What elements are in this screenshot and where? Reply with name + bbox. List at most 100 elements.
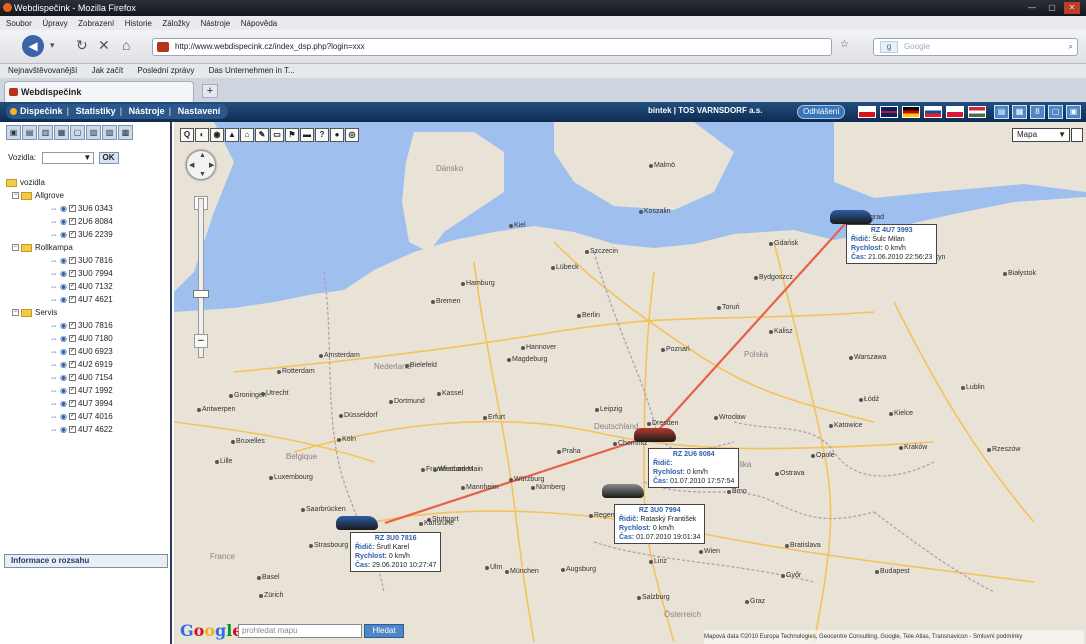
sidebar-tool-button[interactable]: ▥ (38, 125, 53, 140)
reload-icon[interactable]: ↻ (76, 37, 88, 54)
url-bar[interactable]: http://www.webdispecink.cz/index_dsp.php… (152, 38, 832, 56)
tree-group[interactable]: − Rollkampa (6, 241, 168, 254)
vehicle-checkbox[interactable]: ✓ (68, 335, 76, 343)
browser-search-field[interactable]: g Google ⌕ (873, 38, 1078, 56)
vehicle-car-icon[interactable] (336, 516, 378, 530)
vehicle-checkbox[interactable]: ✓ (68, 218, 76, 226)
vehicle-checkbox[interactable]: ✓ (68, 296, 76, 304)
menu-zobrazeni[interactable]: Zobrazení (78, 19, 114, 28)
nav-nastaveni[interactable]: Nastavení (178, 106, 221, 116)
locate-vehicle-icon[interactable]: ⇔ (50, 410, 58, 423)
vehicle-info-box[interactable]: RZ 3U0 7816 Řidič: Šrutl Karel Rychlost: 0… (350, 532, 442, 572)
logout-button[interactable]: Odhlášení (797, 105, 846, 119)
tree-vehicle-row[interactable]: ⇔ ◉ ✓ 4U0 7132 (6, 280, 168, 293)
de-flag[interactable] (902, 106, 920, 118)
sidebar-tool-button[interactable]: ▧ (86, 125, 101, 140)
menu-soubor[interactable]: Soubor (6, 19, 32, 28)
tree-vehicle-row[interactable]: ⇔ ◉ ✓ 2U6 8084 (6, 215, 168, 228)
document-icon[interactable]: ▤ (994, 105, 1009, 119)
sidebar-tool-button[interactable]: ▨ (102, 125, 117, 140)
locate-vehicle-icon[interactable]: ⇔ (50, 280, 58, 293)
show-vehicle-icon[interactable]: ◉ (60, 319, 67, 332)
show-vehicle-icon[interactable]: ◉ (60, 228, 67, 241)
show-vehicle-icon[interactable]: ◉ (60, 371, 67, 384)
tree-vehicle-row[interactable]: ⇔ ◉ ✓ 3U0 7816 (6, 254, 168, 267)
locate-vehicle-icon[interactable]: ⇔ (50, 254, 58, 267)
vehicle-checkbox[interactable]: ✓ (68, 257, 76, 265)
back-button[interactable]: ◀ (22, 35, 44, 57)
bookmark-star-icon[interactable]: ☆ (840, 39, 849, 50)
tree-vehicle-row[interactable]: ⇔ ◉ ✓ 3U6 2239 (6, 228, 168, 241)
tree-vehicle-row[interactable]: ⇔ ◉ ✓ 4U7 4621 (6, 293, 168, 306)
tree-vehicle-row[interactable]: ⇔ ◉ ✓ 4U2 6919 (6, 358, 168, 371)
sk-flag[interactable] (924, 106, 942, 118)
hu-flag[interactable] (968, 106, 986, 118)
new-tab-button[interactable]: + (202, 84, 218, 98)
vehicle-info-box[interactable]: RZ 4U7 3993 Řidič: Šulc Milan Rychlost: 0 … (846, 224, 938, 264)
minimize-icon[interactable]: — (1024, 2, 1040, 14)
tab-webdispecink[interactable]: Webdispečink (4, 81, 194, 102)
show-vehicle-icon[interactable]: ◉ (60, 267, 67, 280)
tree-vehicle-row[interactable]: ⇔ ◉ ✓ 4U7 4622 (6, 423, 168, 436)
locate-vehicle-icon[interactable]: ⇔ (50, 228, 58, 241)
pl-flag[interactable] (946, 106, 964, 118)
map-tool-button[interactable]: ◎ (345, 128, 359, 142)
collapse-toggle-icon[interactable]: − (12, 309, 19, 317)
filter-select[interactable]: ▼ (42, 152, 95, 164)
map-tool-button[interactable]: Q (180, 128, 194, 142)
sidebar-tool-button[interactable]: ▤ (22, 125, 37, 140)
vehicle-checkbox[interactable]: ✓ (68, 348, 76, 356)
vehicle-checkbox[interactable]: ✓ (68, 387, 76, 395)
map-type-select[interactable]: Mapa ▼ (1012, 128, 1070, 142)
print-icon[interactable]: ▢ (1048, 105, 1063, 119)
locate-vehicle-icon[interactable]: ⇔ (50, 332, 58, 345)
show-vehicle-icon[interactable]: ◉ (60, 345, 67, 358)
vehicle-checkbox[interactable]: ✓ (68, 361, 76, 369)
vehicle-car-icon[interactable] (830, 210, 872, 224)
show-vehicle-icon[interactable]: ◉ (60, 215, 67, 228)
show-vehicle-icon[interactable]: ◉ (60, 254, 67, 267)
show-vehicle-icon[interactable]: ◉ (60, 423, 67, 436)
show-vehicle-icon[interactable]: ◉ (60, 332, 67, 345)
show-vehicle-icon[interactable]: ◉ (60, 410, 67, 423)
locate-vehicle-icon[interactable]: ⇔ (50, 215, 58, 228)
sidebar-tool-button[interactable]: ▦ (54, 125, 69, 140)
menu-historie[interactable]: Historie (125, 19, 152, 28)
map-tool-button[interactable]: ▭ (270, 128, 284, 142)
menu-upravy[interactable]: Úpravy (42, 19, 67, 28)
map-tool-button[interactable]: ⚑ (285, 128, 299, 142)
zoom-slider-thumb[interactable] (193, 290, 209, 298)
vehicle-checkbox[interactable]: ✓ (68, 426, 76, 434)
vehicle-checkbox[interactable]: ✓ (68, 322, 76, 330)
expand-icon[interactable]: ▣ (1066, 105, 1081, 119)
info-panel-header[interactable]: Informace o rozsahu (4, 554, 168, 568)
search-engine-icon[interactable]: g (880, 41, 898, 53)
show-vehicle-icon[interactable]: ◉ (60, 280, 67, 293)
search-icon[interactable]: ⌕ (1069, 39, 1073, 55)
locate-vehicle-icon[interactable]: ⇔ (50, 293, 58, 306)
sidebar-tool-button[interactable]: ▣ (6, 125, 21, 140)
map-tool-button[interactable]: ⌂ (240, 128, 254, 142)
sidebar-tool-button[interactable]: ▢ (70, 125, 85, 140)
map-search-button[interactable]: Hledat (364, 624, 404, 638)
locate-vehicle-icon[interactable]: ⇔ (50, 358, 58, 371)
locate-vehicle-icon[interactable]: ⇔ (50, 397, 58, 410)
nav-dispecink[interactable]: Dispečink (20, 106, 63, 116)
vehicle-checkbox[interactable]: ✓ (68, 205, 76, 213)
vehicle-car-icon[interactable] (602, 484, 644, 498)
map-tool-button[interactable]: ✎ (255, 128, 269, 142)
locate-vehicle-icon[interactable]: ⇔ (50, 267, 58, 280)
map-pan-control[interactable]: ▲ ▼ ◀ ▶ (186, 150, 216, 180)
cz-flag[interactable] (858, 106, 876, 118)
collapse-toggle-icon[interactable]: − (12, 192, 19, 200)
maximize-icon[interactable]: ▢ (1044, 2, 1060, 14)
show-vehicle-icon[interactable]: ◉ (60, 384, 67, 397)
vehicle-checkbox[interactable]: ✓ (68, 413, 76, 421)
bookmark-item[interactable]: Das Unternehmen in T... (209, 66, 295, 75)
pan-right-icon[interactable]: ▶ (209, 161, 214, 169)
tree-group[interactable]: − Allgrove (6, 189, 168, 202)
tree-vehicle-row[interactable]: ⇔ ◉ ✓ 4U7 1992 (6, 384, 168, 397)
close-icon[interactable]: ✕ (1064, 2, 1080, 14)
nav-nastroje[interactable]: Nástroje (129, 106, 165, 116)
tree-vehicle-row[interactable]: ⇔ ◉ ✓ 4U0 6923 (6, 345, 168, 358)
